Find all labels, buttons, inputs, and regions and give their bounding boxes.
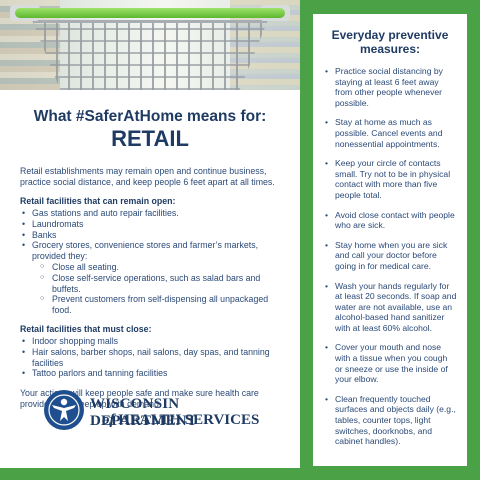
measures-list: Practice social distancing by staying at… (323, 66, 457, 447)
measures-title: Everyday preventive measures: (331, 28, 449, 56)
dhs-logo: WISCONSIN DEPARTMENT of HEALTH SERVICES (44, 390, 284, 436)
list-item: Gas stations and auto repair facilities. (20, 208, 280, 219)
list-item: Grocery stores, convenience stores and f… (20, 240, 280, 316)
measure-item: Practice social distancing by staying at… (323, 66, 457, 108)
measure-item: Clean frequently touched surfaces and ob… (323, 394, 457, 447)
list-item: Tattoo parlors and tanning facilities (20, 368, 280, 379)
measure-item: Keep your circle of contacts small. Try … (323, 158, 457, 200)
measure-item: Avoid close contact with people who are … (323, 210, 457, 231)
wisconsin-dhs-seal-icon (44, 390, 84, 430)
list-item-text: Grocery stores, convenience stores and f… (32, 240, 259, 262)
measures-card: Everyday preventive measures: Practice s… (313, 14, 467, 466)
sub-list-item: Close self-service operations, such as s… (40, 273, 280, 295)
measure-item: Stay home when you are sick and call you… (323, 240, 457, 272)
measures-panel: Everyday preventive measures: Practice s… (300, 0, 480, 480)
page-title: RETAIL (111, 126, 189, 151)
open-list: Gas stations and auto repair facilities.… (20, 208, 280, 316)
grocery-conditions-list: Close all seating. Close self-service op… (40, 262, 280, 316)
sub-list-item: Prevent customers from self-dispensing a… (40, 294, 280, 316)
list-item: Hair salons, barber shops, nail salons, … (20, 347, 280, 369)
list-item: Laundromats (20, 219, 280, 230)
measure-item: Cover your mouth and nose with a tissue … (323, 342, 457, 384)
intro-paragraph: Retail establishments may remain open an… (20, 166, 275, 187)
sub-list-item: Close all seating. (40, 262, 280, 273)
cart-basket (32, 20, 268, 90)
logo-of-text: of (102, 412, 115, 428)
bottom-green-strip (0, 468, 300, 480)
shopping-cart-photo (0, 0, 300, 90)
open-section-title: Retail facilities that can remain open: (20, 196, 176, 206)
list-item: Banks (20, 230, 280, 241)
logo-health-services-text: HEALTH SERVICES (118, 412, 260, 428)
list-item: Indoor shopping malls (20, 336, 280, 347)
logo-name-line2: of HEALTH SERVICES (102, 412, 259, 429)
main-content: What #SaferAtHome means for: RETAIL Reta… (0, 90, 300, 410)
close-list: Indoor shopping malls Hair salons, barbe… (20, 336, 280, 379)
cart-handle (15, 8, 285, 18)
measure-item: Stay at home as much as possible. Cancel… (323, 117, 457, 149)
measure-item: Wash your hands regularly for at least 2… (323, 281, 457, 334)
close-section-title: Retail facilities that must close: (20, 323, 152, 334)
page-heading: What #SaferAtHome means for: (33, 108, 267, 125)
